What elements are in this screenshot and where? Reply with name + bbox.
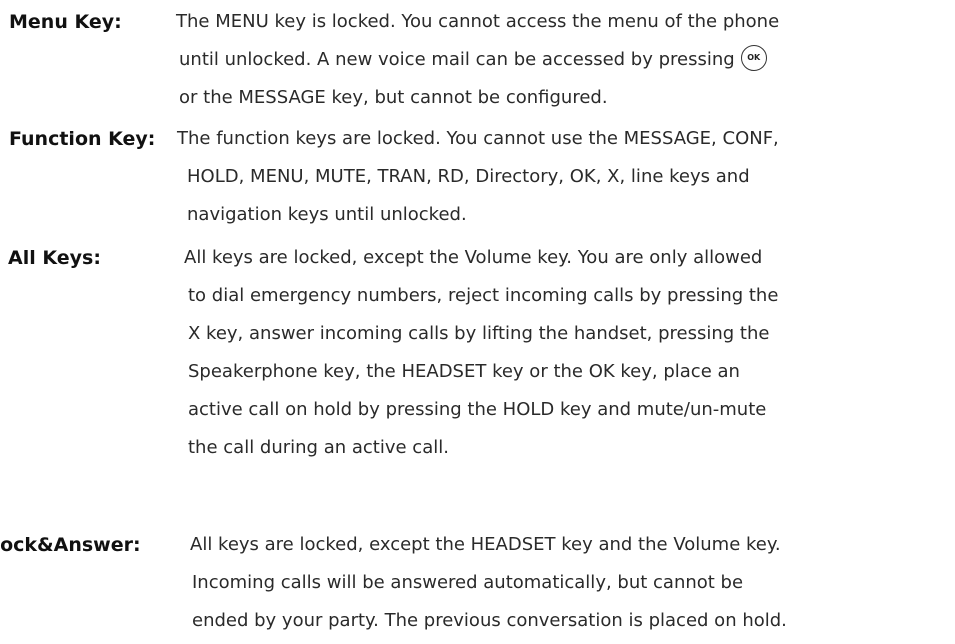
description-line: HOLD, MENU, MUTE, TRAN, RD, Directory, O… — [187, 166, 750, 187]
description-line: the call during an active call. — [188, 437, 449, 458]
description-line: ended by your party. The previous conver… — [192, 610, 787, 631]
description-line: navigation keys until unlocked. — [187, 204, 467, 225]
description-line: or the MESSAGE key, but cannot be config… — [179, 87, 608, 108]
description-line: active call on hold by pressing the HOLD… — [188, 399, 767, 420]
description-line: All keys are locked, except the HEADSET … — [190, 534, 781, 555]
term-function-key: Function Key: — [9, 128, 156, 150]
description-line: Speakerphone key, the HEADSET key or the… — [188, 361, 740, 382]
description-line: until unlocked. A new voice mail can be … — [176, 41, 779, 79]
ok-key-label: OK — [747, 53, 761, 62]
description-line: All keys are locked, except the Volume k… — [184, 247, 763, 268]
description-line: The MENU key is locked. You cannot acces… — [176, 11, 780, 32]
term-lock-answer: Lock&Answer: — [0, 534, 141, 556]
term-all-keys: All Keys: — [8, 247, 101, 269]
description-line: The function keys are locked. You cannot… — [177, 128, 779, 149]
term-menu-key: Menu Key: — [9, 11, 122, 33]
description-line: Incoming calls will be answered automati… — [192, 572, 744, 593]
description-function-key: The function keys are locked. You cannot… — [177, 120, 779, 234]
description-lock-answer: All keys are locked, except the HEADSET … — [190, 526, 787, 640]
description-line: to dial emergency numbers, reject incomi… — [188, 285, 779, 306]
ok-key-icon: OK — [740, 45, 767, 71]
description-text: until unlocked. A new voice mail can be … — [179, 49, 735, 70]
description-all-keys: All keys are locked, except the Volume k… — [184, 239, 778, 467]
description-menu-key: The MENU key is locked. You cannot acces… — [176, 3, 779, 117]
description-line: X key, answer incoming calls by lifting … — [188, 323, 770, 344]
